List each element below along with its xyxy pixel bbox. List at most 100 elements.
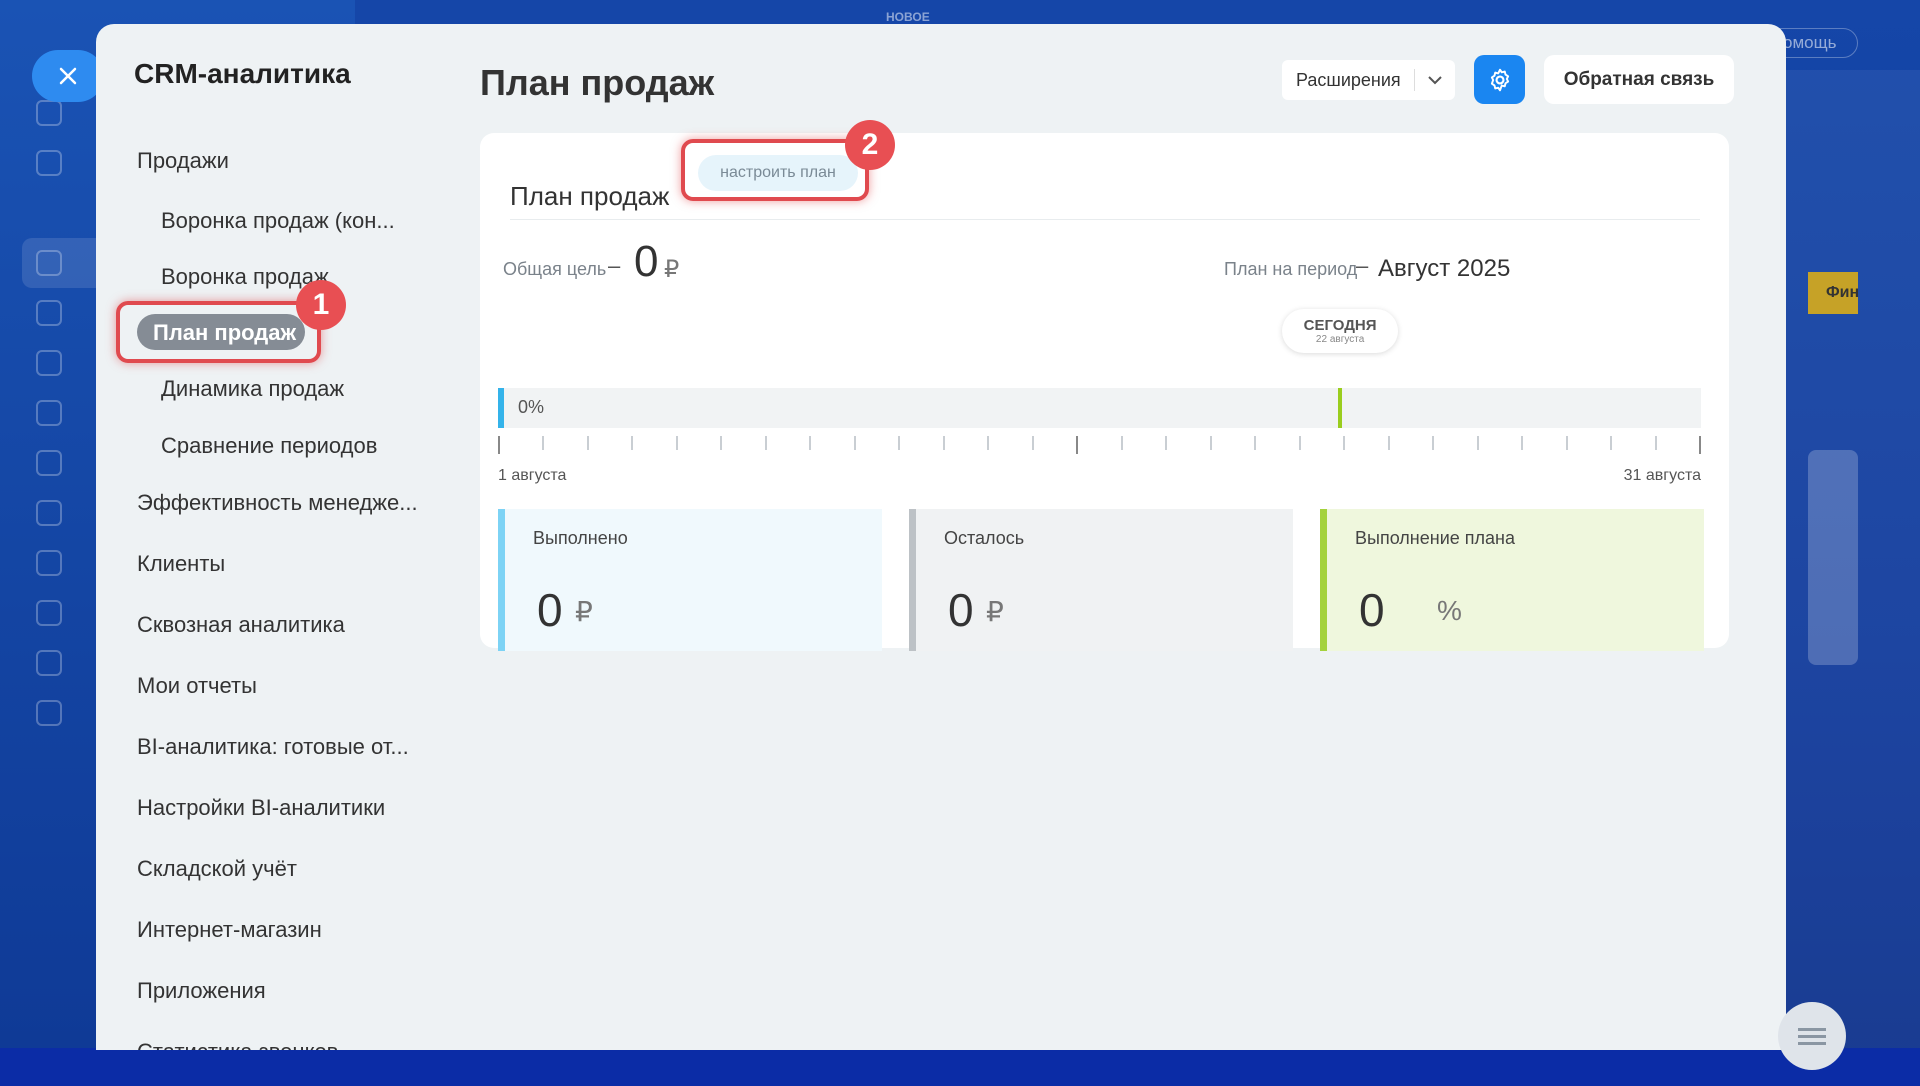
background-stage-label: Фин [1808,272,1858,314]
total-goal-label: Общая цель [503,259,607,279]
background-sidebar-icon [36,700,62,726]
extensions-label: Расширения [1296,70,1401,90]
day-tick [1165,436,1168,450]
nav-item-sales[interactable]: Продажи [137,148,229,174]
background-sidebar-icon [36,300,62,326]
dash-separator: – [1356,253,1369,278]
dash-separator: – [608,253,621,278]
day-tick [1120,436,1123,450]
nav-item-online-store[interactable]: Интернет-магазин [137,917,322,943]
nav-item-sales-funnel-conversion[interactable]: Воронка продаж (кон... [161,208,395,234]
sales-plan-card: План продаж Общая цель – 0 ₽ План на пер… [480,133,1729,651]
today-marker: СЕГОДНЯ 22 августа [1282,309,1399,353]
nav-item-my-reports[interactable]: Мои отчеты [137,673,257,699]
crm-analytics-panel: CRM-аналитика Продажи Воронка продаж (ко… [96,24,1786,1050]
kpi-completed-value: 0 [537,584,563,636]
background-sidebar-icon [36,400,62,426]
extensions-dropdown[interactable]: Расширения [1282,60,1455,100]
day-tick [675,436,678,450]
annotation-marker-2: 2 [845,120,895,170]
progress-fill [498,388,504,428]
settings-button[interactable] [1474,55,1525,104]
nav-item-applications[interactable]: Приложения [137,978,266,1004]
chat-button[interactable] [1778,1002,1846,1070]
background-sidebar-icon [36,650,62,676]
nav-item-clients[interactable]: Клиенты [137,551,225,577]
kpi-plan-completion: Выполнение плана 0 % [1320,509,1704,651]
day-tick [764,436,767,450]
day-tick [1654,436,1657,450]
day-tick [942,436,945,450]
background-sidebar-icon [36,500,62,526]
total-goal-currency: ₽ [664,256,680,283]
day-tick [853,436,856,450]
kpi-remaining-label: Осталось [944,528,1025,548]
card-divider [510,219,1700,220]
background-bottom-bar [0,1048,1920,1086]
background-sidebar-icon [36,150,62,176]
background-new-badge: НОВОЕ [886,10,930,24]
nav-item-bi-settings[interactable]: Настройки BI-аналитики [137,795,385,821]
day-tick [631,436,634,450]
period-end-date: 31 августа [1623,467,1701,484]
day-tick [1387,436,1390,450]
nav-item-sales-dynamics[interactable]: Динамика продаж [161,376,344,402]
day-tick [1476,436,1479,450]
day-tick [1343,436,1346,450]
nav-item-bi-analytics-reports[interactable]: BI-аналитика: готовые от... [137,734,409,760]
day-tick [542,436,545,450]
feedback-button[interactable]: Обратная связь [1544,55,1734,104]
day-tick [1254,436,1257,450]
day-tick [987,436,990,450]
period-label: План на период [1224,259,1358,279]
annotation-marker-1: 1 [296,280,346,330]
kpi-completed-label: Выполнено [533,528,628,548]
kpi-plan-completion-value: 0 [1359,584,1385,636]
card-title: План продаж [510,181,670,211]
background-sidebar-icon [36,250,62,276]
day-tick [1209,436,1212,450]
total-goal-value: 0 [634,237,659,286]
day-tick [1565,436,1568,450]
background-sidebar-icon [36,600,62,626]
background-sidebar-icon [36,550,62,576]
nav-item-warehouse[interactable]: Складской учёт [137,856,297,882]
kpi-completed: Выполнено 0 ₽ [498,509,882,651]
kpi-plan-completion-label: Выполнение плана [1355,528,1515,548]
menu-lines-icon [1798,1034,1826,1038]
day-tick [1610,436,1613,450]
nav-item-period-comparison[interactable]: Сравнение периодов [161,433,377,459]
close-slider-button[interactable] [32,50,104,102]
plan-progress-bar: 0% [498,388,1701,428]
annotation-highlight-1 [116,301,321,363]
gear-icon [1490,68,1509,91]
today-label: СЕГОДНЯ [1303,317,1377,334]
day-tick [898,436,901,450]
background-sidebar-icon [36,450,62,476]
nav-item-call-statistics[interactable]: Статистика звонков [137,1039,338,1050]
kpi-completed-unit: ₽ [575,596,593,627]
day-tick [498,436,500,454]
nav-item-manager-efficiency[interactable]: Эффективность менедже... [137,490,418,516]
annotation-highlight-2 [681,139,869,201]
background-card [1808,450,1858,665]
close-icon [59,67,77,85]
kpi-remaining-value: 0 [948,584,974,636]
day-tick [1432,436,1435,450]
today-line [1338,388,1343,428]
period-selector[interactable]: Август 2025 [1378,255,1510,283]
day-tick [1031,436,1034,450]
progress-percent: 0% [518,397,545,417]
kpi-remaining-unit: ₽ [986,596,1004,627]
day-tick [1298,436,1301,450]
day-tick [1076,436,1079,454]
day-ticks [498,436,1701,456]
day-tick [1521,436,1524,450]
day-tick [720,436,723,450]
background-sidebar-icon [36,100,62,126]
background-sidebar-icon [36,350,62,376]
nav-item-end-to-end-analytics[interactable]: Сквозная аналитика [137,612,345,638]
kpi-plan-completion-unit: % [1437,595,1462,626]
page-title: План продаж [480,62,715,103]
period-start-date: 1 августа [498,467,567,484]
